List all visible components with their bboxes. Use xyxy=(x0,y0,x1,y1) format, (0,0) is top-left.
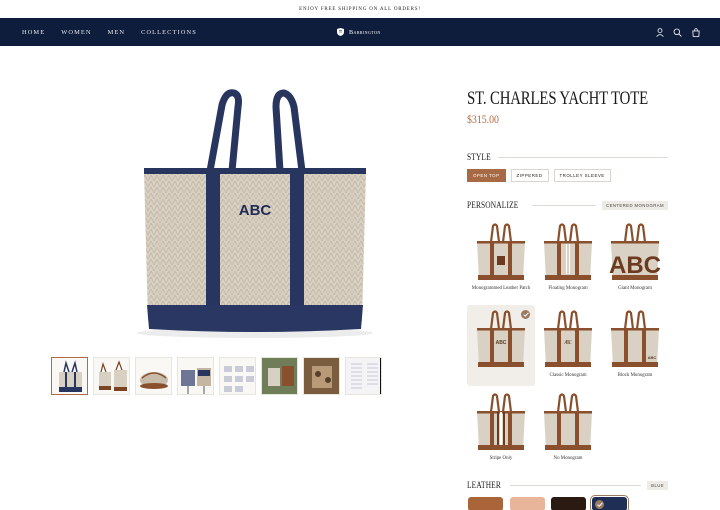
personalize-selected-tag: CENTERED MONOGRAM xyxy=(602,200,668,210)
option-image xyxy=(469,392,533,454)
product-price: $315.00 xyxy=(467,112,499,126)
nav-link-men[interactable]: MEN xyxy=(108,29,126,36)
block-monogram-text: ABC xyxy=(648,355,657,360)
nav-link-collections[interactable]: COLLECTIONS xyxy=(141,29,197,36)
main-image-monogram: ABC xyxy=(239,202,272,219)
search-icon[interactable] xyxy=(673,28,682,37)
leather-swatch-tan[interactable] xyxy=(468,497,503,510)
option-label: Classic Monogram xyxy=(549,373,587,378)
option-label: Stripe Only xyxy=(489,456,513,461)
leather-swatch-dark-brown[interactable] xyxy=(551,497,586,510)
personalize-option-leather-patch[interactable]: Monogrammed Leather Patch xyxy=(469,222,533,292)
style-label: STYLE xyxy=(467,152,491,162)
personalize-option-no-monogram[interactable]: No Monogram xyxy=(536,392,600,462)
nav-link-home[interactable]: HOME xyxy=(22,29,45,36)
option-label: Monogrammed Leather Patch xyxy=(471,286,531,291)
option-image xyxy=(469,222,533,284)
style-options: OPEN TOP ZIPPERED TROLLEY SLEEVE xyxy=(467,169,611,182)
giant-monogram-text: ABC xyxy=(609,252,661,279)
option-image xyxy=(536,392,600,454)
thumbnail-strip xyxy=(51,357,382,395)
thumbnail-3[interactable] xyxy=(135,357,172,395)
personalize-label: PERSONALIZE xyxy=(467,200,519,210)
brand-name: Barrington xyxy=(349,28,381,36)
option-image: ABC xyxy=(469,309,533,371)
option-label: Block Monogram xyxy=(617,373,653,378)
style-divider xyxy=(498,156,668,158)
personalize-option-giant-monogram[interactable]: ABC Giant Monogram xyxy=(603,222,667,292)
personalize-option-stripe-only[interactable]: Stripe Only xyxy=(469,392,533,462)
option-label: No Monogram xyxy=(553,456,583,461)
nav-link-women[interactable]: WOMEN xyxy=(61,29,91,36)
check-icon xyxy=(521,310,530,319)
brand-logo[interactable]: Barrington xyxy=(336,18,381,46)
personalize-option-floating-monogram[interactable]: Floating Monogram xyxy=(536,222,600,292)
centered-monogram-text: ABC xyxy=(496,340,507,346)
thumbnail-6[interactable] xyxy=(261,357,298,395)
personalize-option-block-monogram[interactable]: ABC Block Monogram xyxy=(603,309,667,379)
style-option-trolley-sleeve[interactable]: TROLLEY SLEEVE xyxy=(553,169,611,182)
option-image: A CB xyxy=(536,309,600,371)
thumbnail-4[interactable] xyxy=(177,357,214,395)
main-nav: HOME WOMEN MEN COLLECTIONS Barrington xyxy=(0,18,720,46)
style-option-zippered[interactable]: ZIPPERED xyxy=(510,169,549,182)
option-image: ABC xyxy=(603,222,667,284)
thumbnail-1[interactable] xyxy=(51,357,88,395)
nav-icons xyxy=(655,18,700,46)
nav-links: HOME WOMEN MEN COLLECTIONS xyxy=(22,18,197,46)
thumbnail-2[interactable] xyxy=(93,357,130,395)
thumbnail-7[interactable] xyxy=(303,357,340,395)
announcement-text: ENJOY FREE SHIPPING ON ALL ORDERS! xyxy=(299,6,421,12)
option-image xyxy=(536,222,600,284)
personalize-option-centered-monogram[interactable]: ABC Centered Monogram xyxy=(467,305,535,386)
option-label: Floating Monogram xyxy=(548,286,588,291)
leather-section-header: LEATHER BLUE xyxy=(467,480,668,490)
announcement-bar: ENJOY FREE SHIPPING ON ALL ORDERS! xyxy=(0,0,720,18)
leather-swatch-blue[interactable] xyxy=(592,497,627,510)
bag-icon[interactable] xyxy=(691,27,700,37)
svg-text:B: B xyxy=(566,340,570,346)
check-icon xyxy=(595,500,604,509)
personalize-divider xyxy=(531,204,597,206)
option-label: Giant Monogram xyxy=(618,286,652,291)
product-main-image[interactable]: ABC xyxy=(130,85,380,340)
thumbnail-8[interactable] xyxy=(345,357,382,395)
leather-swatch-blush[interactable] xyxy=(510,497,545,510)
leather-selected-tag: BLUE xyxy=(647,480,668,490)
account-icon[interactable] xyxy=(655,27,664,37)
option-image: ABC xyxy=(603,309,667,371)
product-title: ST. CHARLES YACHT TOTE xyxy=(467,88,649,109)
style-option-open-top[interactable]: OPEN TOP xyxy=(467,169,506,182)
crest-icon xyxy=(337,28,344,36)
thumbnail-5[interactable] xyxy=(219,357,256,395)
style-section-header: STYLE xyxy=(467,152,668,162)
leather-label: LEATHER xyxy=(467,480,501,490)
personalize-section-header: PERSONALIZE CENTERED MONOGRAM xyxy=(467,200,668,210)
leather-divider xyxy=(510,484,642,486)
personalize-option-classic-monogram[interactable]: A CB Classic Monogram xyxy=(536,309,600,379)
